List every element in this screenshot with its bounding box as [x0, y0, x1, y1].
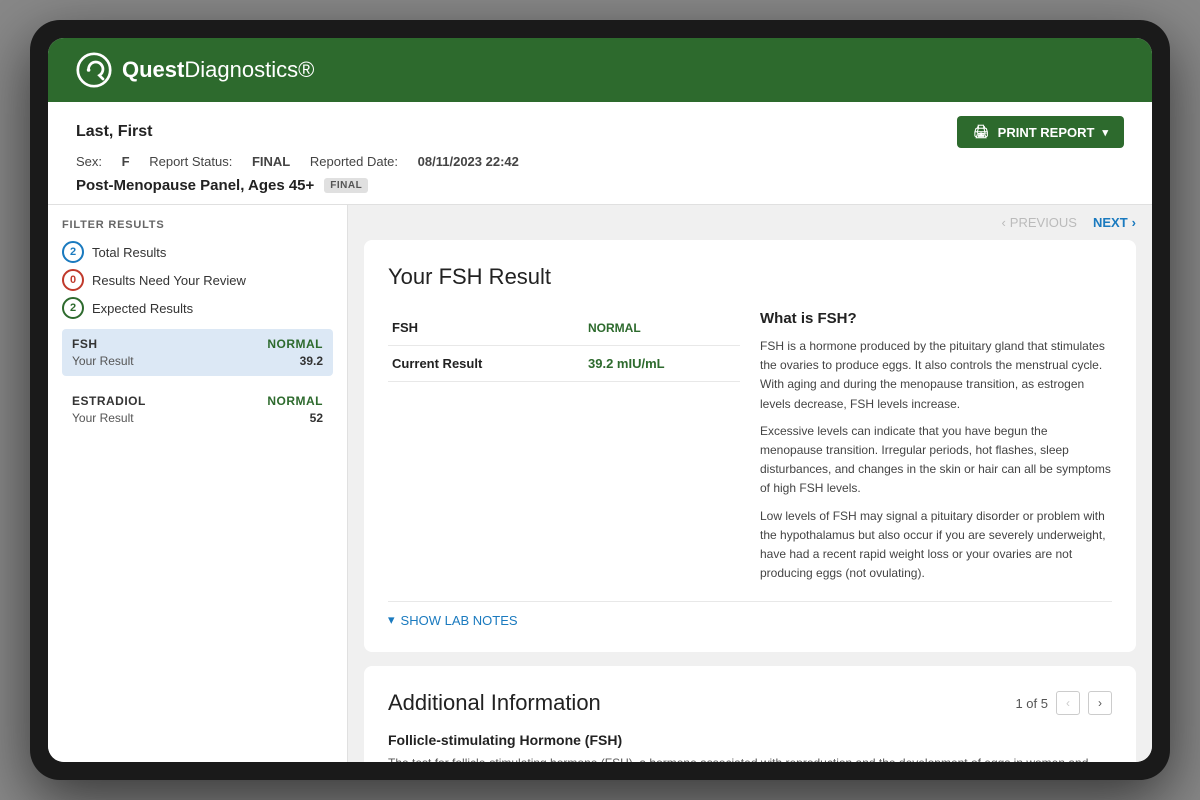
print-report-button[interactable]: 🖨 PRINT REPORT ▾ [957, 116, 1124, 148]
status-label: Report Status: FINAL [149, 154, 290, 169]
additional-description: The test for follicle-stimulating hormon… [388, 754, 1112, 762]
fsh-result-section: Your FSH Result FSH NORMAL Current R [364, 240, 1136, 652]
right-panel: ‹ PREVIOUS NEXT › Your FSH Result [348, 205, 1152, 762]
fsh-info-p2: Excessive levels can indicate that you h… [760, 422, 1112, 499]
main-content: FILTER RESULTS 2 Total Results 0 Results… [48, 205, 1152, 762]
pagination-text: 1 of 5 [1015, 696, 1048, 711]
pagination: 1 of 5 ‹ › [1015, 691, 1112, 715]
filter-expected-results[interactable]: 2 Expected Results [62, 297, 333, 319]
print-icon: 🖨 [973, 124, 990, 140]
sidebar: FILTER RESULTS 2 Total Results 0 Results… [48, 205, 348, 762]
final-badge: FINAL [324, 178, 368, 193]
fsh-sub-value: 39.2 [300, 354, 323, 368]
fsh-result-card[interactable]: FSH NORMAL Your Result 39.2 [62, 329, 333, 376]
chevron-down-icon: ▾ [1102, 126, 1108, 139]
next-button[interactable]: NEXT › [1093, 215, 1136, 230]
print-report-label: PRINT REPORT [998, 125, 1095, 140]
fsh-header-row: FSH NORMAL [388, 310, 740, 346]
patient-name: Last, First [76, 123, 152, 141]
fsh-sub-label: Your Result [72, 354, 134, 368]
fsh-current-row: Current Result 39.2 mIU/mL [388, 346, 740, 382]
patient-bar: Last, First 🖨 PRINT REPORT ▾ Sex: F Repo… [48, 102, 1152, 205]
logo-text: QuestDiagnostics® [122, 57, 314, 83]
expected-results-label: Expected Results [92, 301, 193, 316]
expected-results-badge: 2 [62, 297, 84, 319]
chevron-down-icon: ▾ [388, 612, 395, 628]
fsh-status: NORMAL [267, 337, 323, 351]
filter-label: FILTER RESULTS [62, 219, 333, 231]
additional-header: Additional Information 1 of 5 ‹ › [388, 690, 1112, 716]
fsh-info-p3: Low levels of FSH may signal a pituitary… [760, 507, 1112, 584]
estradiol-sub-label: Your Result [72, 411, 134, 425]
fsh-two-col: FSH NORMAL Current Result 39.2 mIU/mL [388, 310, 1112, 591]
additional-title: Additional Information [388, 690, 601, 716]
estradiol-result-card[interactable]: ESTRADIOL NORMAL Your Result 52 [62, 386, 333, 433]
fsh-table-col: FSH NORMAL Current Result 39.2 mIU/mL [388, 310, 740, 591]
page-prev-button[interactable]: ‹ [1056, 691, 1080, 715]
device-frame: QuestDiagnostics® Last, First 🖨 PRINT RE… [30, 20, 1170, 780]
show-lab-notes-button[interactable]: ▾ SHOW LAB NOTES [388, 601, 1112, 628]
needs-review-label: Results Need Your Review [92, 273, 246, 288]
estradiol-sub-value: 52 [310, 411, 323, 425]
current-result-value: 39.2 mIU/mL [584, 346, 740, 382]
fsh-table: FSH NORMAL Current Result 39.2 mIU/mL [388, 310, 740, 382]
fsh-info-title: What is FSH? [760, 310, 1112, 327]
reported-date: Reported Date: 08/11/2023 22:42 [310, 154, 519, 169]
total-results-badge: 2 [62, 241, 84, 263]
patient-meta: Sex: F Report Status: FINAL Reported Dat… [76, 154, 1124, 169]
app-header: QuestDiagnostics® [48, 38, 1152, 102]
fsh-name: FSH [72, 337, 98, 351]
chevron-left-icon: ‹ [1001, 215, 1005, 230]
patient-name-row: Last, First 🖨 PRINT REPORT ▾ [76, 116, 1124, 148]
estradiol-status: NORMAL [267, 394, 323, 408]
fsh-test-name: FSH [388, 310, 569, 346]
next-label: NEXT [1093, 215, 1128, 230]
current-result-label: Current Result [388, 346, 569, 382]
lab-notes-label: SHOW LAB NOTES [401, 613, 518, 628]
additional-info-section: Additional Information 1 of 5 ‹ › Follic… [364, 666, 1136, 762]
needs-review-badge: 0 [62, 269, 84, 291]
additional-sub-title: Follicle-stimulating Hormone (FSH) [388, 732, 1112, 748]
fsh-info-box: What is FSH? FSH is a hormone produced b… [760, 310, 1112, 591]
page-next-button[interactable]: › [1088, 691, 1112, 715]
total-results-label: Total Results [92, 245, 166, 260]
estradiol-name: ESTRADIOL [72, 394, 146, 408]
panel-title: Post-Menopause Panel, Ages 45+ [76, 177, 314, 194]
logo: QuestDiagnostics® [76, 52, 314, 88]
previous-label: PREVIOUS [1010, 215, 1077, 230]
nav-bar: ‹ PREVIOUS NEXT › [364, 205, 1136, 240]
previous-button[interactable]: ‹ PREVIOUS [1001, 215, 1077, 230]
screen: QuestDiagnostics® Last, First 🖨 PRINT RE… [48, 38, 1152, 762]
fsh-info-p1: FSH is a hormone produced by the pituita… [760, 337, 1112, 414]
filter-needs-review[interactable]: 0 Results Need Your Review [62, 269, 333, 291]
panel-row: Post-Menopause Panel, Ages 45+ FINAL [76, 177, 1124, 204]
fsh-section-title: Your FSH Result [388, 264, 1112, 290]
chevron-right-icon: › [1132, 215, 1136, 230]
filter-total-results[interactable]: 2 Total Results [62, 241, 333, 263]
sex-label: Sex: F [76, 154, 130, 169]
quest-logo-icon [76, 52, 112, 88]
fsh-test-status: NORMAL [584, 310, 740, 346]
